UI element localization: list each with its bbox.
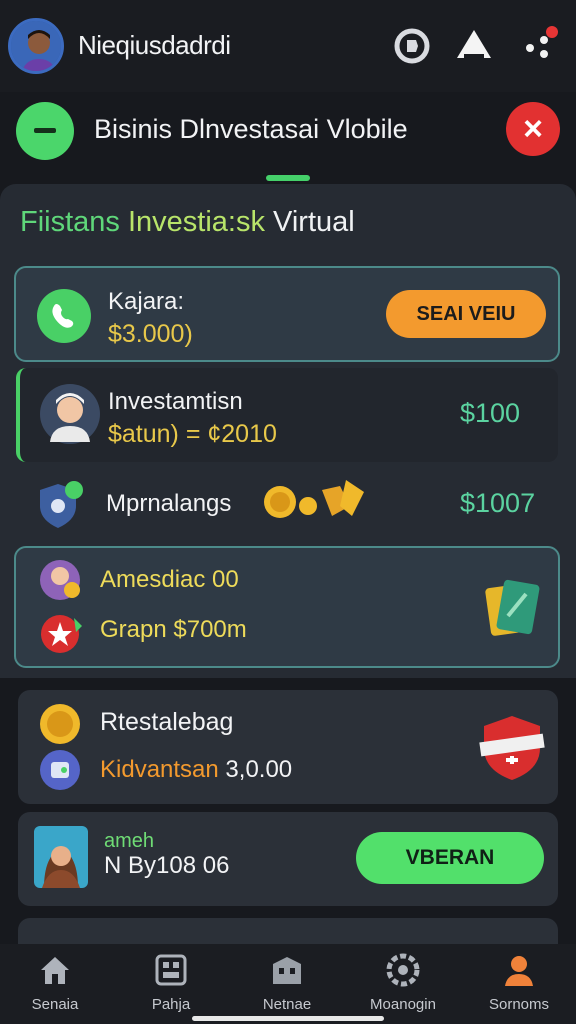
cards-stack-icon [485,579,540,636]
fastest-title: Rtestalebag [100,708,234,736]
star-badge-icon [41,615,82,653]
gear-icon [386,953,420,987]
nav-item-home[interactable]: Senaia [7,952,103,1013]
section-title-part2: Investia:sk [127,206,265,238]
view-button[interactable]: SEAI VEIU [386,290,546,338]
home-icon [41,957,69,984]
group-line2: Grapn $700m [100,616,247,643]
nav-label: Sornoms [488,996,550,1013]
user-icon [505,956,533,986]
profile-label-white: N By108 06 [104,852,230,879]
profile-photo-icon [34,826,88,888]
wallet-icon [40,750,80,790]
home-indicator[interactable] [192,1016,384,1021]
menu-button[interactable] [16,102,74,160]
nav-label: Moanogin [370,996,436,1013]
coins-rewards-icon [264,480,364,518]
phone-icon [37,289,91,343]
group-line1: Amesdiac 00 [100,566,239,593]
profile-action-button[interactable]: VBERAN [356,832,544,884]
nav-label: Senaia [31,996,79,1013]
drag-handle[interactable] [266,175,310,181]
app-title: Nieqiusdadrdi [78,30,231,60]
profile-label-green: ameh [104,830,155,852]
fastest-sub: Kidvantsan 3,0.00 [100,756,292,784]
bottom-navigation: Senaia Pahja Netnae Moanogin Sornoms [0,944,576,1024]
balance-label: Kajara: [108,288,185,315]
page-title: Bisinis Dlnvestasai Vlobile [94,114,408,144]
upgrades-amount: $1007 [460,488,536,518]
section-title-part1: Fiistans [20,206,120,238]
investment-sub: $atun) = ¢2010 [108,420,277,448]
fastest-sub-white: 3,0.00 [225,756,293,783]
avatar[interactable] [8,18,64,74]
user-group-icon [40,560,80,600]
record-icon[interactable] [390,24,434,68]
upgrades-title: Mprnalangs [106,490,232,517]
close-button[interactable]: × [506,102,560,156]
investment-amount: $100 [460,398,521,428]
fastest-card[interactable]: Rtestalebag Kidvantsan 3,0.00 [18,690,558,804]
top-bar: Nieqiusdadrdi [0,0,576,92]
nav-item-building[interactable]: Netnae [239,952,335,1013]
page-header: Bisinis Dlnvestasai Vlobile × [0,92,576,168]
section-title: Fiistans Investia:sk Virtual [20,206,355,239]
grid-icon [155,954,187,986]
investment-row[interactable]: Investamtisn $atun) = ¢2010 $100 [16,368,558,462]
coin-icon [40,704,80,744]
section-title-part3: Virtual [273,206,355,238]
nav-label: Netnae [262,996,312,1013]
share-dots-icon[interactable] [518,24,562,68]
group-card[interactable]: Amesdiac 00 Grapn $700m [14,546,560,668]
shield-badge-icon [479,716,545,780]
fastest-sub-orange: Kidvantsan [100,756,219,783]
investment-title: Investamtisn [108,388,243,415]
nav-label: Pahja [151,996,191,1013]
nav-item-profile[interactable]: Sornoms [471,952,567,1013]
alert-icon[interactable] [452,24,496,68]
nav-item-settings[interactable]: Moanogin [355,952,451,1013]
investor-avatar-icon [40,384,100,444]
building-icon [273,957,301,984]
shield-location-icon [40,481,83,528]
balance-value: $3.000) [108,320,193,348]
nav-item-grid[interactable]: Pahja [123,952,219,1013]
upgrades-row[interactable]: Mprnalangs $1007 [16,466,558,542]
avatar-portrait-icon [11,21,61,71]
